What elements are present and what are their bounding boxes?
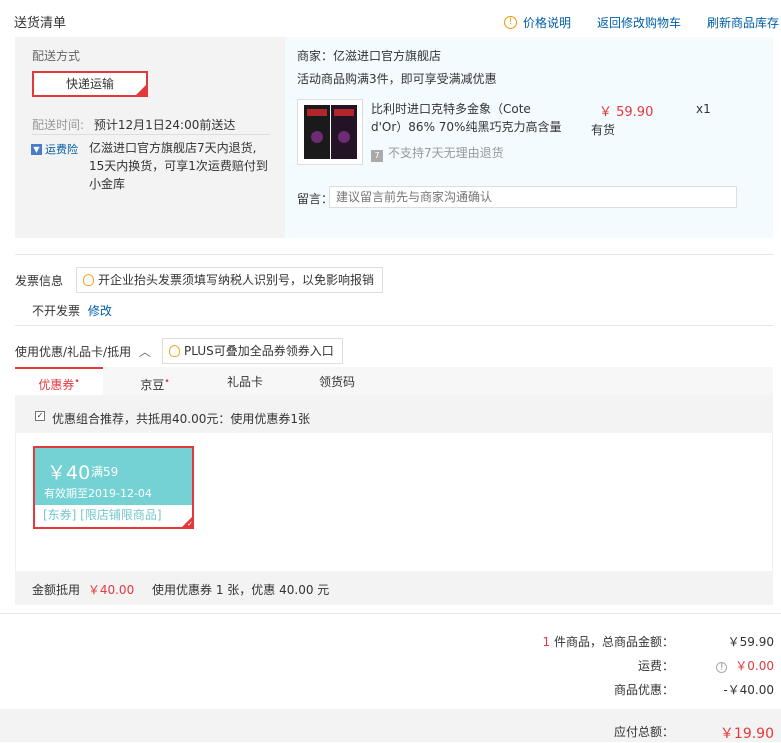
divider — [15, 254, 773, 255]
express-shipping-button[interactable]: 快递运输 — [32, 71, 148, 97]
freight-insurance-badge[interactable]: ▼ 运费险 — [31, 141, 78, 157]
tab-redeem-code[interactable]: 领货码 — [293, 367, 381, 395]
insurance-description: 亿滋进口官方旗舰店7天内退货, 15天内换货，可享1次运费赔付到 小金库 — [89, 139, 268, 193]
price-info-link[interactable]: ! 价格说明 — [503, 14, 571, 31]
coupon-summary: 金额抵用 ￥40.00 使用优惠券 1 张，优惠 40.00 元 — [32, 581, 329, 598]
plus-coupon-entry[interactable]: PLUS可叠加全品券领券入口 — [162, 338, 343, 364]
coupon-scope: [东券] [限店铺限商品] — [43, 508, 162, 522]
invoice-edit-link[interactable]: 修改 — [88, 304, 112, 318]
recommend-text: 优惠组合推荐，共抵用40.00元：使用优惠券1张 — [52, 412, 310, 426]
coupon-expiry: 有效期至2019-12-04 — [44, 487, 152, 500]
no-return-label: 不支持7天无理由退货 — [388, 146, 504, 160]
delivery-time-label: 配送时间: — [32, 118, 85, 132]
goods-count-label: 件商品，总商品金额： — [553, 635, 674, 649]
delivery-time-value: 预计12月1日24:00前送达 — [93, 118, 236, 132]
coupon-card-header: ￥40 满59 有效期至2019-12-04 — [35, 448, 192, 505]
coupon-section-title: 使用优惠/礼品卡/抵用 — [15, 345, 132, 359]
delivery-time: 配送时间: 预计12月1日24:00前送达 — [32, 116, 235, 133]
payable-label: 应付总额： — [613, 725, 674, 739]
chevron-up-icon: ︿ — [138, 345, 151, 359]
product-price: ￥ 59.90 — [599, 105, 654, 120]
invoice-tip-text: 开企业抬头发票须填写纳税人识别号，以免影响报销 — [98, 273, 375, 287]
no-return-notice: 7 不支持7天无理由退货 — [371, 144, 504, 162]
info-icon[interactable]: ! — [716, 662, 728, 673]
freight-value: ! ￥0.00 — [674, 657, 774, 674]
freight-amount: ￥0.00 — [735, 659, 774, 673]
goods-total-row: 1 件商品，总商品金额： ￥59.90 — [514, 633, 774, 650]
goods-total-amount: ￥59.90 — [727, 635, 774, 649]
goods-count: 1 — [542, 635, 551, 649]
refresh-stock-link[interactable]: 刷新商品库存 — [707, 14, 779, 31]
merchant-name: 商家：亿滋进口官方旗舰店 — [297, 49, 442, 63]
lightbulb-icon — [83, 274, 94, 286]
shipping-method-label: 配送方式 — [32, 49, 81, 63]
product-title[interactable]: 比利时进口克特多金象（Cote d'Or）86% 70%纯黑巧克力高含量 — [371, 100, 561, 136]
summary-label: 金额抵用 — [32, 583, 81, 597]
chocolate-bar-image — [304, 105, 330, 159]
message-label: 留言： — [297, 192, 334, 206]
no-return-icon: 7 — [371, 150, 383, 162]
freight-label: 运费： — [637, 659, 674, 673]
insurance-line-2: 15天内换货，可享1次运费赔付到 — [89, 159, 268, 173]
price-info-label: 价格说明 — [522, 16, 571, 30]
discount-label: 商品优惠： — [613, 683, 674, 697]
insurance-line-3: 小金库 — [89, 177, 126, 191]
selected-check-icon — [136, 74, 147, 96]
coupon-condition: 满59 — [91, 465, 119, 479]
coupon-card[interactable]: ￥40 满59 有效期至2019-12-04 [东券] [限店铺限商品] — [33, 446, 194, 529]
divider — [32, 134, 270, 135]
divider — [0, 613, 781, 614]
invoice-title: 发票信息 — [15, 274, 64, 288]
coupon-section-toggle[interactable]: 使用优惠/礼品卡/抵用 ︿ — [15, 343, 151, 360]
product-image[interactable] — [297, 99, 363, 165]
tab-dot: • — [74, 377, 80, 387]
info-icon: ! — [503, 16, 517, 29]
tab-gift-card-label: 礼品卡 — [226, 375, 263, 389]
coupon-tabs: 优惠券• 京豆• 礼品卡 领货码 — [15, 367, 773, 395]
tab-jingdou-label: 京豆 — [140, 378, 165, 392]
tab-coupons-label: 优惠券 — [38, 378, 75, 392]
summary-detail: 使用优惠券 1 张，优惠 40.00 元 — [152, 583, 330, 597]
header-links: ! 价格说明 返回修改购物车 刷新商品库存 — [503, 14, 779, 31]
shipping-panel — [15, 37, 285, 238]
invoice-status: 不开发票 修改 — [32, 302, 112, 319]
product-title-line-2: d'Or）86% 70%纯黑巧克力高含量 — [371, 120, 562, 134]
discount-row: 商品优惠： -￥40.00 — [544, 681, 774, 698]
selected-check-icon — [182, 517, 193, 528]
tab-coupons[interactable]: 优惠券• — [15, 367, 103, 395]
recommend-checkbox[interactable]: ✓ — [35, 411, 45, 421]
goods-total-label: 1 件商品，总商品金额： — [514, 633, 674, 650]
plus-coupon-text: PLUS可叠加全品券领券入口 — [184, 344, 334, 358]
stock-status: 有货 — [591, 123, 616, 137]
payable-amount: ￥19.90 — [719, 726, 774, 742]
tab-jingdou[interactable]: 京豆• — [111, 367, 199, 395]
payable-row: 应付总额： ￥19.90 — [544, 723, 774, 743]
coupon-amount: ￥40 — [47, 462, 91, 484]
insurance-line-1: 亿滋进口官方旗舰店7天内退货, — [89, 141, 257, 155]
page-title: 送货清单 — [14, 16, 67, 31]
freight-row: 运费： ! ￥0.00 — [544, 657, 774, 674]
invoice-tip: 开企业抬头发票须填写纳税人识别号，以免影响报销 — [76, 267, 384, 293]
freight-insurance-label: 运费险 — [45, 143, 78, 156]
message-input[interactable] — [329, 186, 737, 208]
product-quantity: x1 — [696, 102, 711, 116]
promo-text: 活动商品购满3件，即可享受满减优惠 — [297, 72, 497, 86]
divider — [15, 325, 773, 326]
invoice-value: 不开发票 — [32, 304, 81, 318]
summary-amount: ￥40.00 — [87, 583, 135, 597]
lightbulb-icon — [169, 345, 180, 357]
tab-redeem-code-label: 领货码 — [318, 375, 355, 389]
discount-amount: -￥40.00 — [723, 683, 774, 697]
tab-dot: • — [164, 377, 170, 387]
back-to-cart-link[interactable]: 返回修改购物车 — [597, 14, 681, 31]
product-title-line-1: 比利时进口克特多金象（Cote — [371, 102, 531, 116]
chocolate-bar-image — [331, 105, 357, 159]
express-shipping-label: 快递运输 — [65, 77, 114, 91]
shield-icon: ▼ — [31, 143, 42, 155]
tab-gift-card[interactable]: 礼品卡 — [201, 367, 289, 395]
